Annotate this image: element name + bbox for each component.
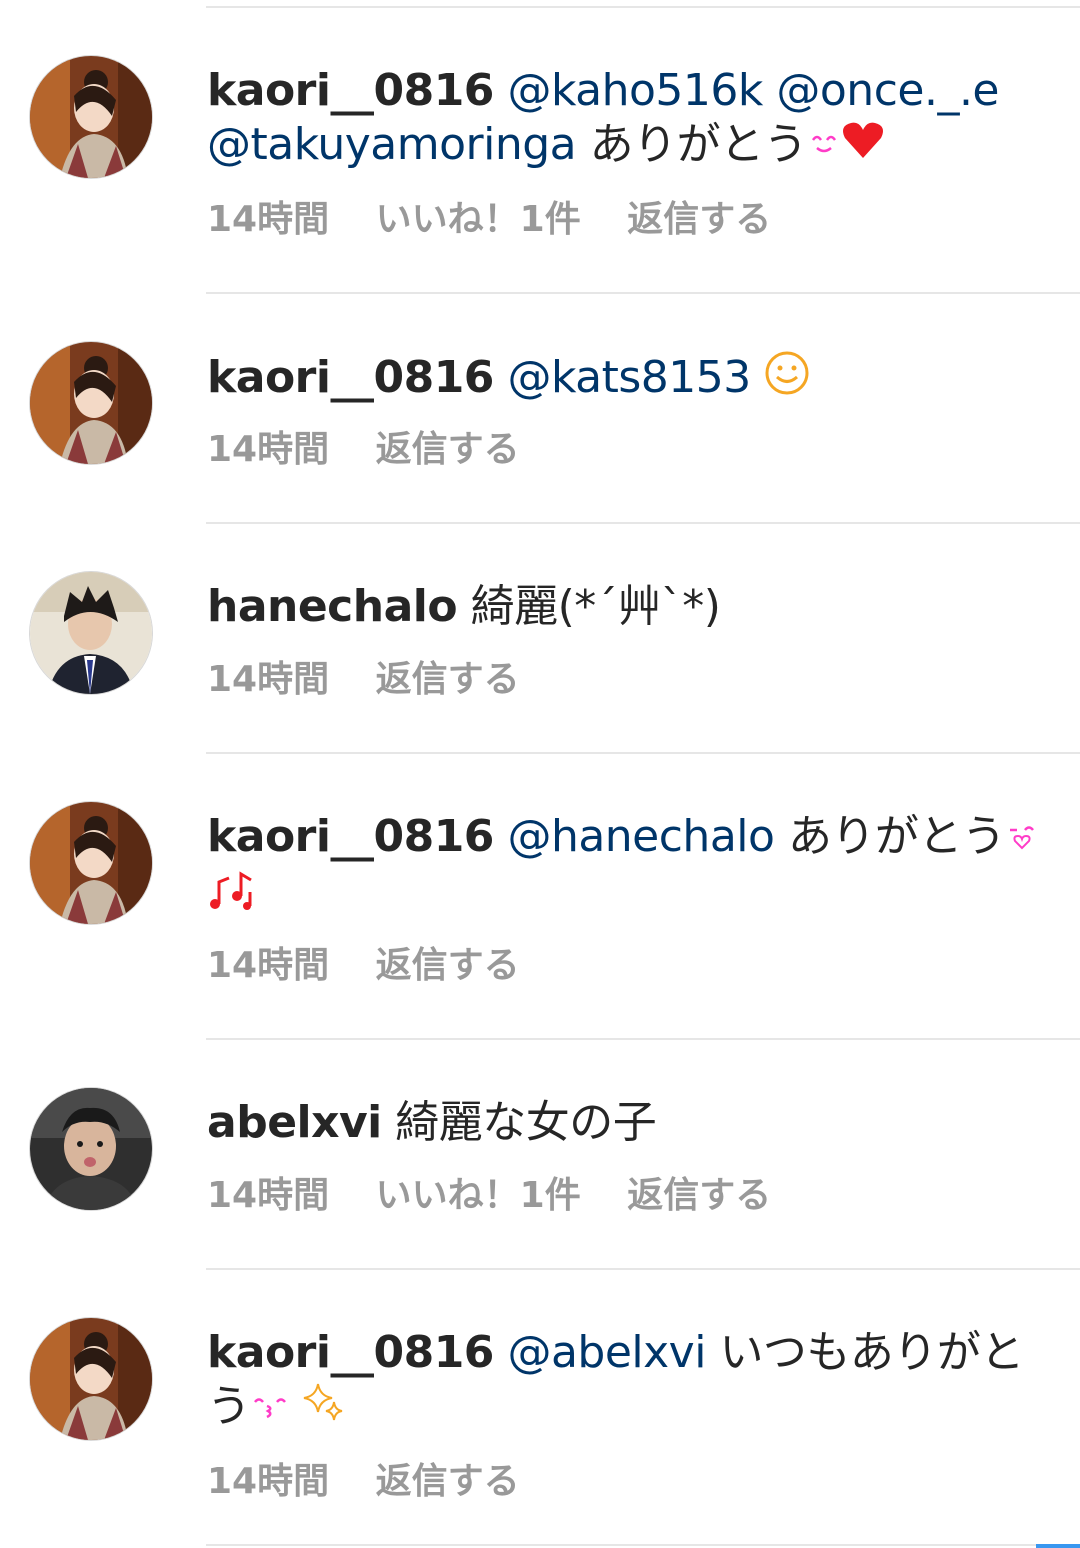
heart-icon [841, 120, 885, 174]
comment-body-continued: う [207, 1381, 251, 1432]
comment-text: kaori__0816 @abelxvi いつもありがと う [207, 1326, 1050, 1438]
mention-link[interactable]: @once._.e [776, 65, 999, 116]
comment-time: 14時間 [207, 429, 330, 470]
avatar-kaori[interactable] [30, 342, 152, 464]
mention-link[interactable]: @kaho516k [507, 65, 763, 116]
mention-link[interactable]: @kats8153 [507, 352, 751, 403]
comment-username[interactable]: abelxvi [207, 1097, 382, 1148]
mention-link[interactable]: @takuyamoringa [207, 119, 577, 170]
reply-button[interactable]: 返信する [376, 428, 520, 472]
likes-count[interactable]: いいね！1件 [376, 198, 581, 242]
divider [206, 522, 1080, 524]
comment-username[interactable]: kaori__0816 [207, 65, 494, 116]
comment-body: ありがとう [589, 119, 808, 170]
avatar-kaori[interactable] [30, 56, 152, 178]
comment-meta: 14時間 返信する [207, 1460, 554, 1504]
comment-time: 14時間 [207, 1175, 330, 1216]
comment-username[interactable]: kaori__0816 [207, 811, 494, 862]
comment-time: 14時間 [207, 945, 330, 986]
reply-button[interactable]: 返信する [376, 944, 520, 988]
reply-button[interactable]: 返信する [627, 198, 771, 242]
divider [206, 1544, 1080, 1546]
music-notes-icon [207, 866, 255, 928]
comment-meta: 14時間 返信する [207, 428, 554, 472]
comment-meta: 14時間 返信する [207, 944, 554, 988]
avatar-abelxvi[interactable] [30, 1088, 152, 1210]
winking-heart-icon [1005, 812, 1039, 866]
comment-text: kaori__0816 @hanechalo ありがとう [207, 810, 1050, 928]
likes-count[interactable]: いいね！1件 [376, 1174, 581, 1218]
comment-body: 綺麗(*´艸`*) [470, 581, 721, 632]
comment-text: hanechalo 綺麗(*´艸`*) [207, 580, 1050, 634]
comment-time: 14時間 [207, 659, 330, 700]
smiling-eyes-icon [807, 120, 841, 174]
reply-button[interactable]: 返信する [376, 1460, 520, 1504]
avatar-hanechalo[interactable] [30, 572, 152, 694]
mention-link[interactable]: @abelxvi [507, 1327, 706, 1378]
kiss-face-icon [251, 1382, 289, 1436]
scroll-indicator [1036, 1544, 1080, 1548]
divider [206, 1038, 1080, 1040]
comment-meta: 14時間 いいね！1件 返信する [207, 1174, 805, 1218]
comment-text: kaori__0816 @kaho516k @once._.e @takuyam… [207, 64, 1050, 174]
comment-time: 14時間 [207, 1461, 330, 1502]
comment-meta: 14時間 いいね！1件 返信する [207, 198, 805, 242]
divider [206, 1268, 1080, 1270]
comment-time: 14時間 [207, 199, 330, 240]
comments-list: kaori__0816 @kaho516k @once._.e @takuyam… [0, 0, 1080, 1548]
comment-meta: 14時間 返信する [207, 658, 554, 702]
reply-button[interactable]: 返信する [627, 1174, 771, 1218]
comment-username[interactable]: kaori__0816 [207, 352, 494, 403]
smiley-icon [764, 350, 810, 410]
divider [206, 752, 1080, 754]
comment-body: いつもありがと [719, 1327, 1024, 1378]
reply-button[interactable]: 返信する [376, 658, 520, 702]
comment-text: kaori__0816 @kats8153 [207, 350, 1050, 410]
comment-username[interactable]: hanechalo [207, 581, 458, 632]
avatar-kaori[interactable] [30, 802, 152, 924]
comment-text: abelxvi 綺麗な女の子 [207, 1096, 1050, 1150]
comment-username[interactable]: kaori__0816 [207, 1327, 494, 1378]
comment-body: ありがとう [787, 811, 1006, 862]
mention-link[interactable]: @hanechalo [507, 811, 775, 862]
divider [206, 6, 1080, 8]
avatar-kaori[interactable] [30, 1318, 152, 1440]
divider [206, 292, 1080, 294]
comment-body: 綺麗な女の子 [395, 1097, 657, 1148]
sparkles-icon [302, 1380, 346, 1438]
